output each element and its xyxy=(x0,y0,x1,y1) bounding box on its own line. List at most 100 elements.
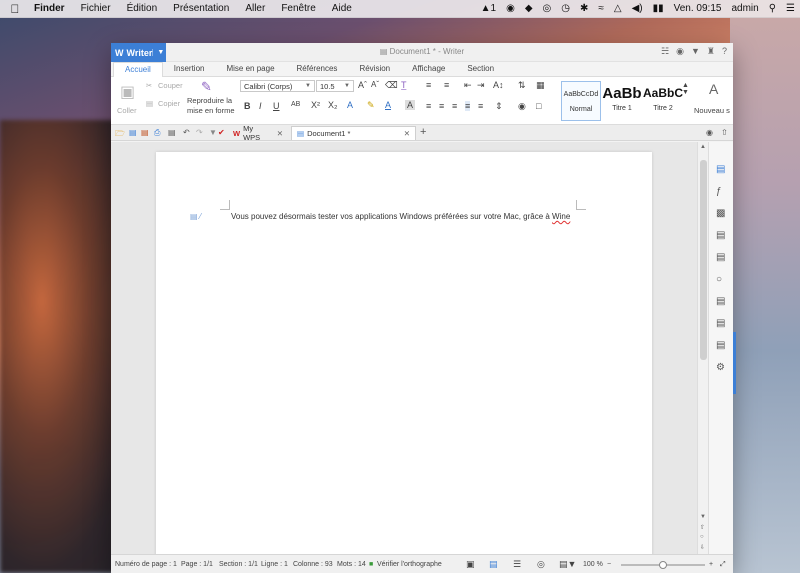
subscript-icon[interactable]: X₂ xyxy=(328,100,338,110)
wifi-icon[interactable]: ≈ xyxy=(593,3,609,14)
style-formatting-icon[interactable]: ƒ xyxy=(716,186,722,197)
distributed-icon[interactable]: ≡ xyxy=(478,101,483,111)
menu-aide[interactable]: Aide xyxy=(324,3,360,14)
zoom-out-icon[interactable]: − xyxy=(607,561,611,568)
new-style-button[interactable]: Nouveau s xyxy=(694,106,730,115)
menu-presentation[interactable]: Présentation xyxy=(165,3,237,14)
menu-finder[interactable]: Finder xyxy=(26,3,73,14)
comment-icon[interactable]: ○ xyxy=(716,274,722,285)
next-page-icon[interactable]: ⇩ xyxy=(700,544,705,551)
bluetooth-icon[interactable]: ✱ xyxy=(575,3,593,14)
shading-icon[interactable]: ◉ xyxy=(518,101,526,112)
format-painter-icon[interactable]: ✎ xyxy=(201,79,212,95)
copy-icon[interactable]: ▤ xyxy=(146,99,153,108)
format-painter-label-1[interactable]: Reproduire la xyxy=(187,96,232,105)
align-right-icon[interactable]: ≡ xyxy=(452,101,457,111)
status-zoom[interactable]: 100 % xyxy=(583,561,603,568)
style-titre-2[interactable]: AaBbC Titre 2 xyxy=(643,81,683,121)
new-document-icon[interactable]: ▤ xyxy=(716,164,725,175)
spellcheck-button[interactable]: Vérifier l'orthographe xyxy=(377,561,442,568)
gear-icon[interactable]: ⚙ xyxy=(716,362,725,373)
tab-document1[interactable]: ▤ Document1 * ✕ xyxy=(291,126,416,140)
print-icon[interactable]: ⎙ xyxy=(154,128,160,138)
shrink-font-icon[interactable]: Aˇ xyxy=(371,80,379,89)
text-effects-icon[interactable]: T̲ xyxy=(401,80,407,90)
close-icon[interactable]: ✕ xyxy=(396,129,410,138)
menu-edition[interactable]: Édition xyxy=(119,3,166,14)
numbering-icon[interactable]: ≡ xyxy=(444,80,449,90)
justify-icon[interactable]: ≡ xyxy=(465,101,471,111)
cut-button[interactable]: Couper xyxy=(158,81,183,90)
font-color-icon[interactable]: A xyxy=(385,100,391,110)
status-section[interactable]: Section : 1/1 xyxy=(219,561,258,568)
status-column[interactable]: Colonne : 93 xyxy=(293,561,333,568)
bold-icon[interactable]: B xyxy=(244,101,251,111)
help-icon[interactable]: ? xyxy=(722,46,727,57)
format-painter-label-2[interactable]: mise en forme xyxy=(187,106,235,115)
share-icon[interactable]: ▼ xyxy=(691,46,700,57)
document-list-icon[interactable]: ▤ xyxy=(716,296,725,307)
airplay-icon[interactable]: △ xyxy=(609,3,627,14)
page-view-icon[interactable]: ▤ xyxy=(489,559,498,570)
italic-icon[interactable]: I xyxy=(259,101,262,111)
menu-aller[interactable]: Aller xyxy=(237,3,273,14)
menubar-clock[interactable]: Ven. 09:15 xyxy=(669,3,727,14)
tab-revision[interactable]: Révision xyxy=(348,64,401,76)
dropbox-icon[interactable]: ◆ xyxy=(520,3,538,14)
style-normal[interactable]: AaBbCcDd Normal xyxy=(561,81,601,121)
sync-icon[interactable]: ◎ xyxy=(538,3,557,14)
line-spacing-icon[interactable]: ⇕ xyxy=(495,101,503,112)
scroll-up-icon[interactable]: ▲ xyxy=(700,144,706,150)
status-page[interactable]: Page : 1/1 xyxy=(181,561,213,568)
font-name-select[interactable]: Calibri (Corps) ▼ xyxy=(240,80,315,92)
menubar-user[interactable]: admin xyxy=(726,3,763,14)
text-effect-a-icon[interactable]: A xyxy=(347,100,353,110)
status-line[interactable]: Ligne : 1 xyxy=(261,561,288,568)
web-view-icon[interactable]: ◎ xyxy=(537,559,545,570)
tab-insertion[interactable]: Insertion xyxy=(163,64,216,76)
char-shading-icon[interactable]: A xyxy=(405,100,416,110)
bullets-icon[interactable]: ≡ xyxy=(426,80,431,90)
open-icon[interactable]: 🗁 xyxy=(115,128,125,142)
paragraph-handle-icon[interactable]: ▤ ⁄ xyxy=(190,212,201,221)
tab-my-wps[interactable]: W My WPS ✕ xyxy=(228,124,288,142)
new-style-icon[interactable]: A xyxy=(709,81,718,97)
underline-icon[interactable]: U xyxy=(273,101,280,111)
border-box-icon[interactable]: □ xyxy=(536,101,541,111)
fit-window-icon[interactable]: ⤢ xyxy=(720,561,726,569)
increase-indent-icon[interactable]: ⇥ xyxy=(477,80,485,91)
tab-references[interactable]: Références xyxy=(286,64,349,76)
close-icon[interactable]: ✕ xyxy=(269,129,283,138)
battery-icon[interactable]: ▮▮ xyxy=(648,3,669,14)
paste-button[interactable]: Coller xyxy=(117,106,137,115)
grow-font-icon[interactable]: Aˆ xyxy=(358,80,367,90)
volume-icon[interactable]: ◀) xyxy=(627,3,648,14)
skin-icon[interactable]: ◉ xyxy=(706,128,713,137)
qa-dropdown-icon[interactable]: ▼ xyxy=(209,128,217,137)
browse-object-icon[interactable]: ○ xyxy=(700,534,704,540)
strikethrough-icon[interactable]: AB xyxy=(291,101,300,108)
save-icon[interactable]: ▤ xyxy=(129,128,137,137)
menu-fichier[interactable]: Fichier xyxy=(73,3,119,14)
scissors-icon[interactable]: ✂ xyxy=(146,81,152,90)
redo-icon[interactable]: ↷ xyxy=(196,128,203,137)
zoom-slider-knob[interactable] xyxy=(659,561,667,569)
status-page-number[interactable]: Numéro de page : 1 xyxy=(115,561,177,568)
copy-button[interactable]: Copier xyxy=(158,99,180,108)
vertical-scrollbar[interactable]: ▲ ▼ ⇧ ○ ⇩ xyxy=(697,142,708,554)
undo-icon[interactable]: ↶ xyxy=(183,128,190,137)
notification-center-icon[interactable]: ☰ xyxy=(781,3,800,14)
template-icon[interactable]: ▤ xyxy=(716,252,725,263)
paste-icon[interactable]: ▣ xyxy=(120,82,135,102)
document-page[interactable]: ▤ ⁄ Vous pouvez désormais tester vos app… xyxy=(156,152,652,572)
prev-page-icon[interactable]: ⇧ xyxy=(700,524,705,531)
scroll-down-icon[interactable]: ▼ xyxy=(700,514,706,520)
clear-format-icon[interactable]: ⌫ xyxy=(385,80,398,91)
collapse-ribbon-icon[interactable]: ⇧ xyxy=(721,128,728,137)
selection-pane-icon[interactable]: ▩ xyxy=(716,208,725,219)
document-copy-icon[interactable]: ▤ xyxy=(716,230,725,241)
shirt-icon[interactable]: ♜ xyxy=(707,46,715,57)
align-center-icon[interactable]: ≡ xyxy=(439,101,444,111)
font-size-select[interactable]: 10.5 ▼ xyxy=(316,80,354,92)
export-pdf-icon[interactable]: ▤ xyxy=(141,128,149,137)
